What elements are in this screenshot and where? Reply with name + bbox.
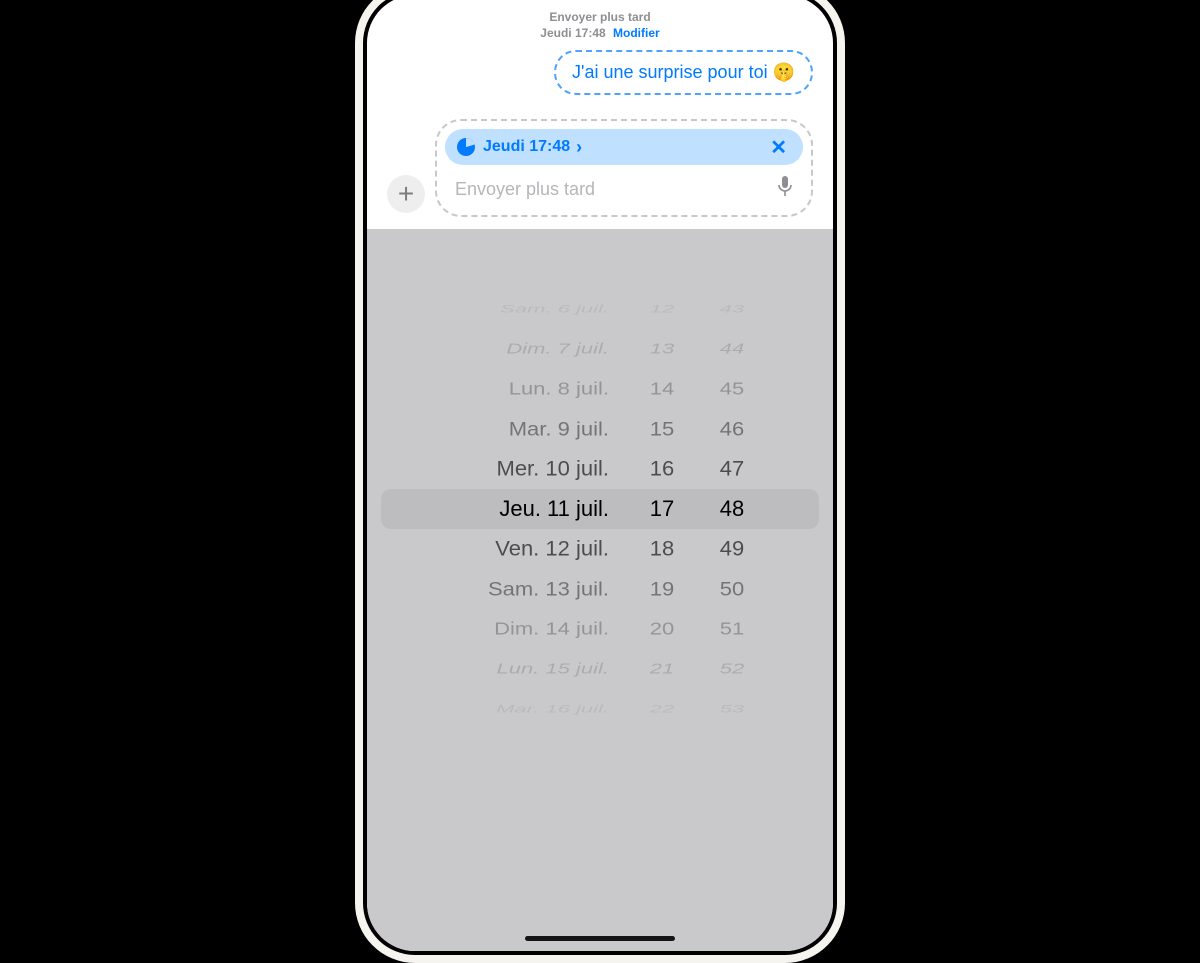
picker-row-selected[interactable]: 17 [639,489,685,529]
picker-columns: Sam. 6 juil. Dim. 7 juil. Lun. 8 juil. M… [367,289,833,729]
compose-placeholder: Envoyer plus tard [455,179,767,200]
picker-row-selected[interactable]: Jeu. 11 juil. [445,489,609,529]
picker-row[interactable]: Mar. 9 juil. [445,411,609,447]
phone-inner: Envoyer plus tard Jeudi 17:48 Modifier J… [363,0,837,955]
picker-row[interactable]: 46 [709,411,755,447]
picker-row[interactable]: 12 [639,299,685,319]
phone-frame: Envoyer plus tard Jeudi 17:48 Modifier J… [355,0,845,963]
schedule-pill-label[interactable]: Jeudi 17:48 › [483,137,758,158]
edit-link[interactable]: Modifier [613,26,660,40]
scheduled-datetime: Jeudi 17:48 [540,26,605,40]
picker-row[interactable]: 20 [639,613,685,645]
scheduled-title: Envoyer plus tard [549,10,650,24]
clock-icon [457,138,475,156]
outgoing-message-bubble: J'ai une surprise pour toi 🤫 [554,50,813,95]
picker-row[interactable]: 44 [709,336,755,362]
picker-row[interactable]: 21 [639,656,685,682]
picker-row[interactable]: 47 [709,450,755,488]
datetime-picker[interactable]: Sam. 6 juil. Dim. 7 juil. Lun. 8 juil. M… [367,229,833,950]
home-indicator[interactable] [525,936,675,941]
picker-row-selected[interactable]: 48 [709,489,755,529]
picker-row[interactable]: 45 [709,373,755,405]
compose-input-row[interactable]: Envoyer plus tard [445,173,803,207]
picker-row[interactable]: 22 [639,699,685,719]
schedule-pill-text: Jeudi 17:48 [483,138,570,156]
picker-row[interactable]: 14 [639,373,685,405]
picker-row[interactable]: 16 [639,450,685,488]
picker-row[interactable]: Mer. 10 juil. [445,450,609,488]
picker-row[interactable]: 13 [639,336,685,362]
close-icon[interactable]: ✕ [766,135,791,160]
picker-row[interactable]: Sam. 6 juil. [445,299,609,319]
picker-row[interactable]: 19 [639,571,685,607]
picker-row[interactable]: 43 [709,299,755,319]
picker-row[interactable]: Lun. 15 juil. [445,656,609,682]
date-column[interactable]: Sam. 6 juil. Dim. 7 juil. Lun. 8 juil. M… [445,289,615,729]
picker-row[interactable]: Dim. 7 juil. [445,336,609,362]
picker-row[interactable]: 50 [709,571,755,607]
add-button[interactable]: + [387,175,425,213]
picker-row[interactable]: 52 [709,656,755,682]
picker-row[interactable]: 53 [709,699,755,719]
scheduled-header: Envoyer plus tard Jeudi 17:48 Modifier [387,9,813,43]
picker-row[interactable]: Ven. 12 juil. [445,530,609,568]
picker-row[interactable]: 51 [709,613,755,645]
picker-row[interactable]: 49 [709,530,755,568]
picker-row[interactable]: Dim. 14 juil. [445,613,609,645]
picker-row[interactable]: Mar. 16 juil. [445,699,609,719]
compose-box: Jeudi 17:48 › ✕ Envoyer plus tard [435,119,813,217]
conversation-area: Envoyer plus tard Jeudi 17:48 Modifier J… [367,0,833,97]
hour-column[interactable]: 12 13 14 15 16 17 18 19 20 21 22 [639,289,685,729]
minute-column[interactable]: 43 44 45 46 47 48 49 50 51 52 53 [709,289,755,729]
picker-row[interactable]: 15 [639,411,685,447]
screen: Envoyer plus tard Jeudi 17:48 Modifier J… [367,0,833,951]
compose-area: + Jeudi 17:48 › ✕ Envoyer plus tard [387,119,813,217]
picker-row[interactable]: Lun. 8 juil. [445,373,609,405]
chevron-right-icon: › [576,137,582,158]
schedule-pill[interactable]: Jeudi 17:48 › ✕ [445,129,803,165]
mic-icon[interactable] [777,175,793,203]
picker-row[interactable]: 18 [639,530,685,568]
picker-row[interactable]: Sam. 13 juil. [445,571,609,607]
